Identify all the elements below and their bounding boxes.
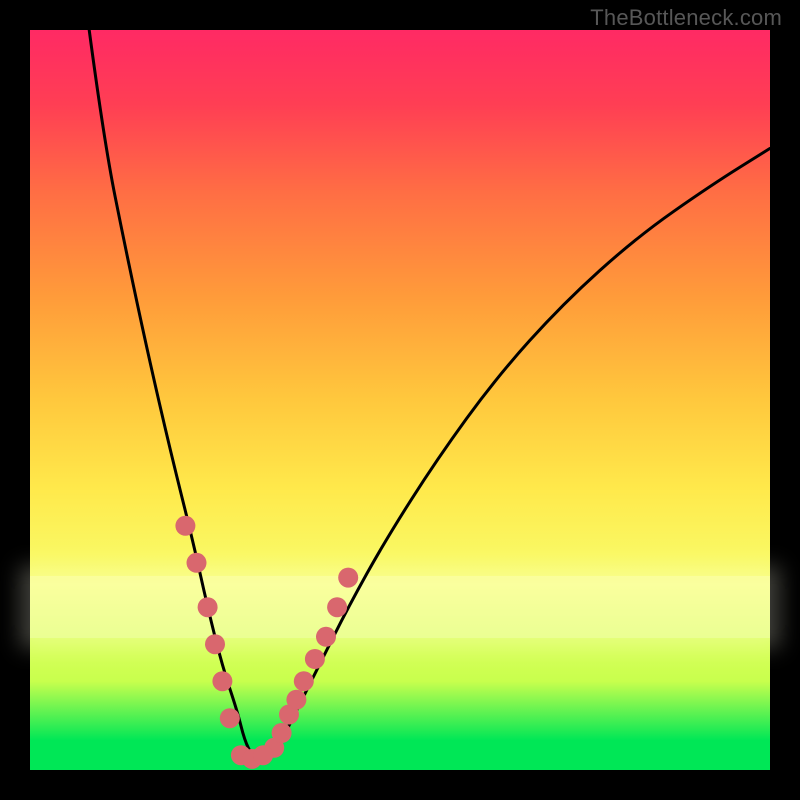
highlight-dot [205, 634, 225, 654]
highlight-dot [253, 745, 273, 765]
highlight-dot [175, 516, 195, 536]
highlight-dot [212, 671, 232, 691]
watermark-text: TheBottleneck.com [590, 5, 782, 31]
highlight-dot [187, 553, 207, 573]
chart-frame: TheBottleneck.com [0, 0, 800, 800]
highlight-dot [286, 690, 306, 710]
bottleneck-curve [89, 30, 770, 761]
highlight-dot [272, 723, 292, 743]
highlight-dot [198, 597, 218, 617]
highlight-dot [327, 597, 347, 617]
highlight-dots-right [264, 568, 358, 758]
highlight-dot [338, 568, 358, 588]
highlight-dots-bottom [231, 745, 273, 769]
chart-svg [30, 30, 770, 770]
highlight-dots-left [175, 516, 239, 728]
highlight-dot [220, 708, 240, 728]
highlight-dot [294, 671, 314, 691]
highlight-dot [305, 649, 325, 669]
highlight-dot [316, 627, 336, 647]
